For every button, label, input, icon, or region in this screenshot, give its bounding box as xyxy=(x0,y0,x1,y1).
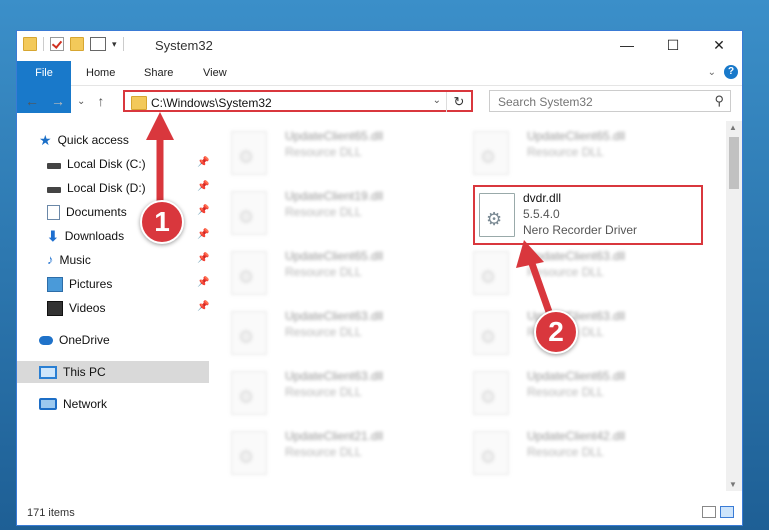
arrow-2-head xyxy=(516,240,544,268)
callout-badge-2: 2 xyxy=(534,310,578,354)
annotation-arrows xyxy=(146,112,558,328)
arrow-1-head xyxy=(146,112,174,140)
callout-badge-1: 1 xyxy=(140,200,184,244)
